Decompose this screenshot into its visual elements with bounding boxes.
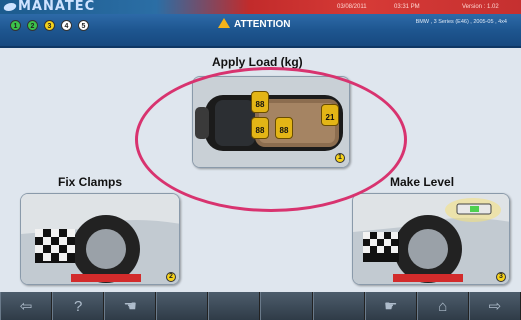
toolbar-slot-5[interactable] — [208, 292, 261, 320]
brand-name: MANATEC — [18, 0, 96, 14]
step-indicator-1: 1 — [10, 20, 21, 31]
status-time: 03:31 PM — [394, 4, 420, 10]
weight-tag-front-left: 88 — [251, 117, 269, 139]
step-indicator-5: 5 — [78, 20, 89, 31]
back-arrow-icon: ⇦ — [19, 298, 33, 315]
toolbar-slot-4[interactable] — [156, 292, 209, 320]
attention-text: ATTENTION — [234, 19, 291, 30]
fix-clamps-card[interactable]: 2 — [20, 193, 180, 285]
step-indicator-3: 3 — [44, 20, 55, 31]
weight-tag-front-right: 88 — [251, 91, 269, 113]
step-indicator-2: 2 — [27, 20, 38, 31]
wheel-level-image — [353, 194, 509, 284]
hand-button-right[interactable]: ☛ — [364, 292, 417, 320]
toolbar-slot-7[interactable] — [312, 292, 365, 320]
make-level-card[interactable]: 3 — [352, 193, 510, 285]
weight-tag-value: 88 — [255, 100, 265, 109]
top-strip: MANATEC 03/08/2011 03:31 PM Version : 1.… — [0, 0, 521, 14]
weight-tag-value: 88 — [255, 126, 265, 135]
step-indicator-4: 4 — [61, 20, 72, 31]
help-button[interactable]: ? — [52, 292, 105, 320]
status-date: 03/08/2011 — [337, 4, 367, 10]
main-area: Apply Load (kg) 88 88 88 21 1 Fix Clamps — [0, 50, 521, 292]
toolbar-slot-6[interactable] — [260, 292, 313, 320]
help-icon: ? — [73, 297, 83, 315]
status-version: Version : 1.02 — [462, 4, 499, 10]
card-badge-1: 1 — [335, 153, 345, 163]
weight-tag-rear-left: 88 — [275, 117, 293, 139]
card-badge-3: 3 — [496, 272, 506, 282]
make-level-title: Make Level — [390, 175, 455, 189]
weight-tag-value: 88 — [279, 126, 289, 135]
apply-load-title: Apply Load (kg) — [212, 55, 303, 69]
weight-tag-trunk: 21 — [321, 104, 339, 126]
vehicle-info: BMW , 3 Series (E46) , 2005-05 , 4x4 — [415, 19, 507, 25]
hand-icon: ☛ — [383, 298, 398, 315]
brand-logo-icon — [2, 3, 18, 11]
wheel-clamp-image — [21, 194, 179, 284]
attention-title: ATTENTION — [218, 17, 290, 33]
hand-icon: ☚ — [123, 298, 137, 315]
bottom-toolbar: ⇦ ? ☚ ☛ ⌂ ⇨ — [0, 292, 521, 320]
weight-tag-value: 21 — [325, 113, 335, 122]
back-button[interactable]: ⇦ — [0, 292, 53, 320]
hand-button-left[interactable]: ☚ — [104, 292, 157, 320]
card-badge-2: 2 — [166, 272, 176, 282]
fix-clamps-title: Fix Clamps — [58, 175, 123, 189]
home-button[interactable]: ⌂ — [416, 292, 469, 320]
warning-icon — [218, 18, 230, 28]
home-icon: ⌂ — [438, 297, 448, 315]
header-bar: 1 2 3 4 5 ATTENTION BMW , 3 Series (E46)… — [0, 14, 521, 48]
apply-load-card[interactable]: 88 88 88 21 1 — [192, 76, 350, 168]
forward-button[interactable]: ⇨ — [468, 292, 521, 320]
forward-arrow-icon: ⇨ — [488, 298, 502, 315]
